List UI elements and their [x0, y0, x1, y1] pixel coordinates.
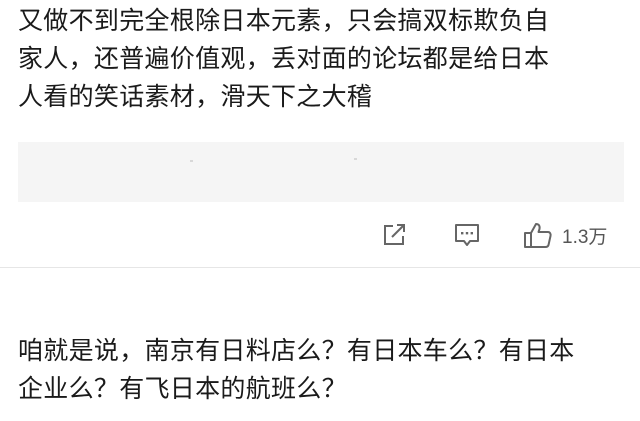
quoted-content-box[interactable] [18, 142, 624, 202]
like-button[interactable]: 1.3万 [522, 217, 607, 253]
like-count: 1.3万 [562, 226, 608, 248]
share-arrow-icon [384, 224, 405, 245]
comment-divider [0, 267, 640, 268]
comment-1-action-bar: 1.3万 [0, 217, 640, 253]
comment-1-line-3: 人看的笑话素材，滑天下之大稽 [18, 82, 373, 111]
share-button[interactable] [380, 217, 408, 253]
comment-2-line-2: 企业么？有飞日本的航班么？ [18, 374, 347, 403]
comment-bubble-icon [455, 224, 479, 246]
quote-speck [190, 160, 193, 162]
quote-speck [354, 158, 357, 160]
comment-1-text: 又做不到完全根除日本元素，只会搞双标欺负自 家人，还普遍价值观，丢对面的论坛都是… [18, 2, 624, 116]
comment-2-text: 咱就是说，南京有日料店么？有日本车么？有日本 企业么？有飞日本的航班么？ [18, 332, 624, 408]
thumbs-up-icon [524, 223, 552, 248]
comment-1-line-2: 家人，还普遍价值观，丢对面的论坛都是给日本 [18, 44, 550, 73]
comment-button[interactable] [452, 217, 482, 253]
comment-2-line-1: 咱就是说，南京有日料店么？有日本车么？有日本 [18, 336, 575, 365]
comment-1-line-1: 又做不到完全根除日本元素，只会搞双标欺负自 [18, 6, 550, 35]
